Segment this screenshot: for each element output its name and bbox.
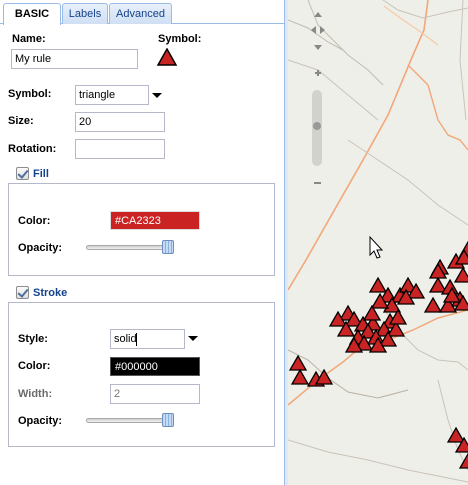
- symbol-label: Symbol:: [8, 88, 52, 100]
- minor-road: [437, 379, 468, 471]
- zoom-slider-thumb[interactable]: [313, 122, 321, 130]
- fill-checkbox[interactable]: [16, 167, 29, 180]
- minor-road: [347, 139, 468, 226]
- tab-strip: BASIC Labels Advanced: [0, 0, 284, 25]
- tab-basic[interactable]: BASIC: [3, 3, 61, 25]
- size-label: Size:: [8, 115, 34, 127]
- minor-road: [459, 0, 467, 121]
- rotation-label: Rotation:: [8, 143, 57, 155]
- stroke-width-label: Width:: [18, 388, 53, 400]
- rotation-input[interactable]: [75, 139, 165, 159]
- fill-legend-label: Fill: [33, 167, 49, 180]
- name-label: Name:: [12, 33, 46, 45]
- rule-name-input[interactable]: My rule: [11, 49, 138, 69]
- stroke-color-label: Color:: [18, 360, 51, 372]
- stroke-style-dropdown-arrow-icon[interactable]: [188, 336, 198, 341]
- stroke-opacity-thumb[interactable]: [162, 413, 174, 427]
- symbol-type-select[interactable]: triangle: [75, 85, 149, 105]
- stroke-checkbox[interactable]: [16, 286, 29, 299]
- map-feature-triangle[interactable]: [423, 296, 443, 313]
- pan-right-icon[interactable]: [320, 26, 325, 34]
- symbol-preview-label: Symbol:: [158, 33, 202, 45]
- pan-up-icon[interactable]: [314, 12, 322, 17]
- text-caret: [136, 333, 137, 346]
- road: [407, 64, 468, 151]
- stroke-opacity-label: Opacity:: [18, 415, 63, 427]
- tab-advanced[interactable]: Advanced: [109, 3, 172, 24]
- stroke-color-field[interactable]: #000000: [110, 357, 200, 376]
- fill-opacity-label: Opacity:: [18, 242, 63, 254]
- map-feature-triangle[interactable]: [453, 266, 468, 283]
- fill-legend: Fill: [16, 167, 53, 180]
- fill-opacity-thumb[interactable]: [162, 240, 174, 254]
- stroke-width-input[interactable]: 2: [110, 384, 200, 404]
- tab-labels[interactable]: Labels: [62, 3, 108, 24]
- map-feature-triangle[interactable]: [290, 368, 310, 385]
- stroke-style-select[interactable]: solid: [110, 329, 185, 349]
- mouse-cursor-icon: [369, 235, 384, 259]
- minor-road: [288, 439, 468, 483]
- symbol-dropdown-arrow-icon[interactable]: [152, 93, 162, 98]
- stroke-style-label: Style:: [18, 333, 48, 345]
- stroke-legend: Stroke: [16, 286, 72, 299]
- map-feature-triangle[interactable]: [446, 426, 466, 443]
- zoom-in-icon[interactable]: [315, 70, 321, 76]
- map-feature-triangle[interactable]: [368, 276, 388, 293]
- fill-opacity-slider[interactable]: [86, 245, 174, 250]
- symbol-preview-icon: [157, 48, 177, 66]
- stroke-legend-label: Stroke: [33, 286, 68, 299]
- pan-left-icon[interactable]: [311, 26, 316, 34]
- zoom-out-icon[interactable]: [314, 182, 321, 184]
- size-input[interactable]: 20: [75, 112, 165, 132]
- feature-layer[interactable]: [288, 240, 468, 469]
- road: [383, 5, 439, 46]
- fill-color-field[interactable]: #CA2323: [110, 211, 200, 230]
- stroke-opacity-slider[interactable]: [86, 418, 174, 423]
- pan-down-icon[interactable]: [314, 45, 322, 50]
- minor-road: [288, 59, 379, 121]
- fill-color-label: Color:: [18, 215, 51, 227]
- road: [288, 0, 429, 291]
- symbolizer-panel: BASIC Labels Advanced Name: My rule Symb…: [0, 0, 284, 485]
